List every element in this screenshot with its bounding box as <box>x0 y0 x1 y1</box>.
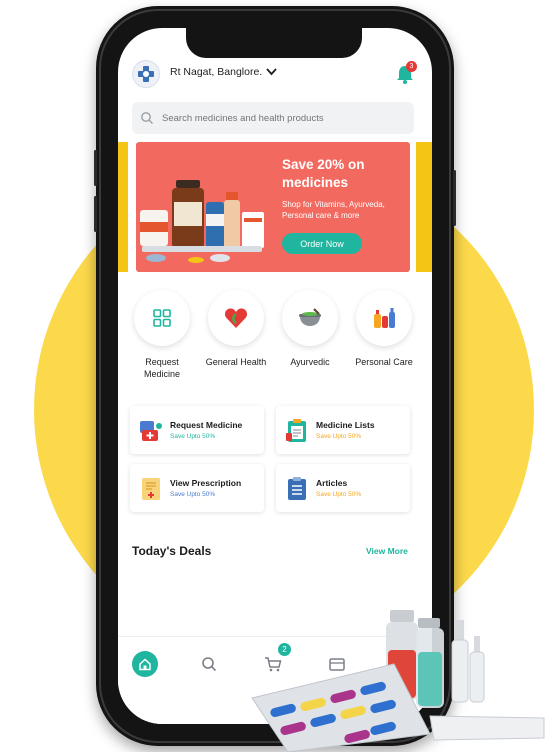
category-label: General Health <box>205 357 267 367</box>
clipboard-icon <box>286 419 306 442</box>
quick-link-request-medicine[interactable]: Request Medicine Save Upto 50% <box>130 406 264 454</box>
heart-icon <box>208 290 264 346</box>
notification-badge: 3 <box>406 61 417 72</box>
quick-link-articles[interactable]: Articles Save Upto 50% <box>276 464 410 512</box>
search-input[interactable] <box>160 111 404 125</box>
banner-subtitle: Shop for Vitamins, Ayurveda, Personal ca… <box>282 200 385 220</box>
location-selector[interactable]: Rt Nagat, Banglore. <box>170 66 277 78</box>
search-icon[interactable] <box>200 655 218 673</box>
quick-link-medicine-lists[interactable]: Medicine Lists Save Upto 50% <box>276 406 410 454</box>
toiletries-icon <box>356 290 412 346</box>
quick-link-subtitle: Save Upto 50% <box>316 491 362 498</box>
category-label: Personal Care <box>355 357 413 367</box>
quick-link-title: View Prescription <box>170 478 242 488</box>
promo-banner[interactable]: Save 20% on medicines Shop for Vitamins,… <box>136 142 410 272</box>
category-general-health[interactable]: General Health <box>201 290 271 368</box>
volume-button <box>94 196 97 232</box>
carousel-prev-slide[interactable] <box>118 142 128 272</box>
category-label: Ayurvedic <box>290 357 330 367</box>
home-icon[interactable] <box>132 651 158 677</box>
location-label: Rt Nagat, Banglore. <box>170 66 263 78</box>
deals-heading: Today's Deals <box>132 544 212 558</box>
phone-notch <box>186 28 362 58</box>
quick-link-subtitle: Save Upto 50% <box>170 433 216 440</box>
quick-link-subtitle: Save Upto 50% <box>316 433 362 440</box>
mortar-icon <box>282 290 338 346</box>
grid-icon <box>134 290 190 346</box>
medicine-kit-icon <box>140 421 162 441</box>
logo-icon[interactable] <box>132 60 160 88</box>
medicine-vials-illustration <box>251 610 545 752</box>
category-label: Request Medicine <box>143 357 181 379</box>
quick-link-view-prescription[interactable]: View Prescription Save Upto 50% <box>130 464 264 512</box>
banner-title: Save 20% on medicines <box>282 157 365 190</box>
search-bar[interactable] <box>132 102 414 134</box>
chevron-down-icon <box>266 68 277 76</box>
category-ayurvedic[interactable]: Ayurvedic <box>275 290 345 368</box>
power-button <box>453 170 456 226</box>
category-personal-care[interactable]: Personal Care <box>349 290 419 368</box>
category-request-medicine[interactable]: Request Medicine <box>127 290 197 380</box>
prescription-icon <box>142 478 160 500</box>
carousel-next-slide[interactable] <box>416 142 432 272</box>
volume-button <box>94 150 97 186</box>
quick-link-title: Articles <box>316 478 348 488</box>
order-now-button[interactable]: Order Now <box>282 233 362 254</box>
search-icon <box>141 112 153 124</box>
quick-link-title: Medicine Lists <box>316 420 375 430</box>
quick-link-subtitle: Save Upto 50% <box>170 491 216 498</box>
quick-link-title: Request Medicine <box>170 420 243 430</box>
article-icon <box>288 477 306 500</box>
view-more-link[interactable]: View More <box>366 546 408 556</box>
medicine-bottles-illustration <box>140 180 264 263</box>
